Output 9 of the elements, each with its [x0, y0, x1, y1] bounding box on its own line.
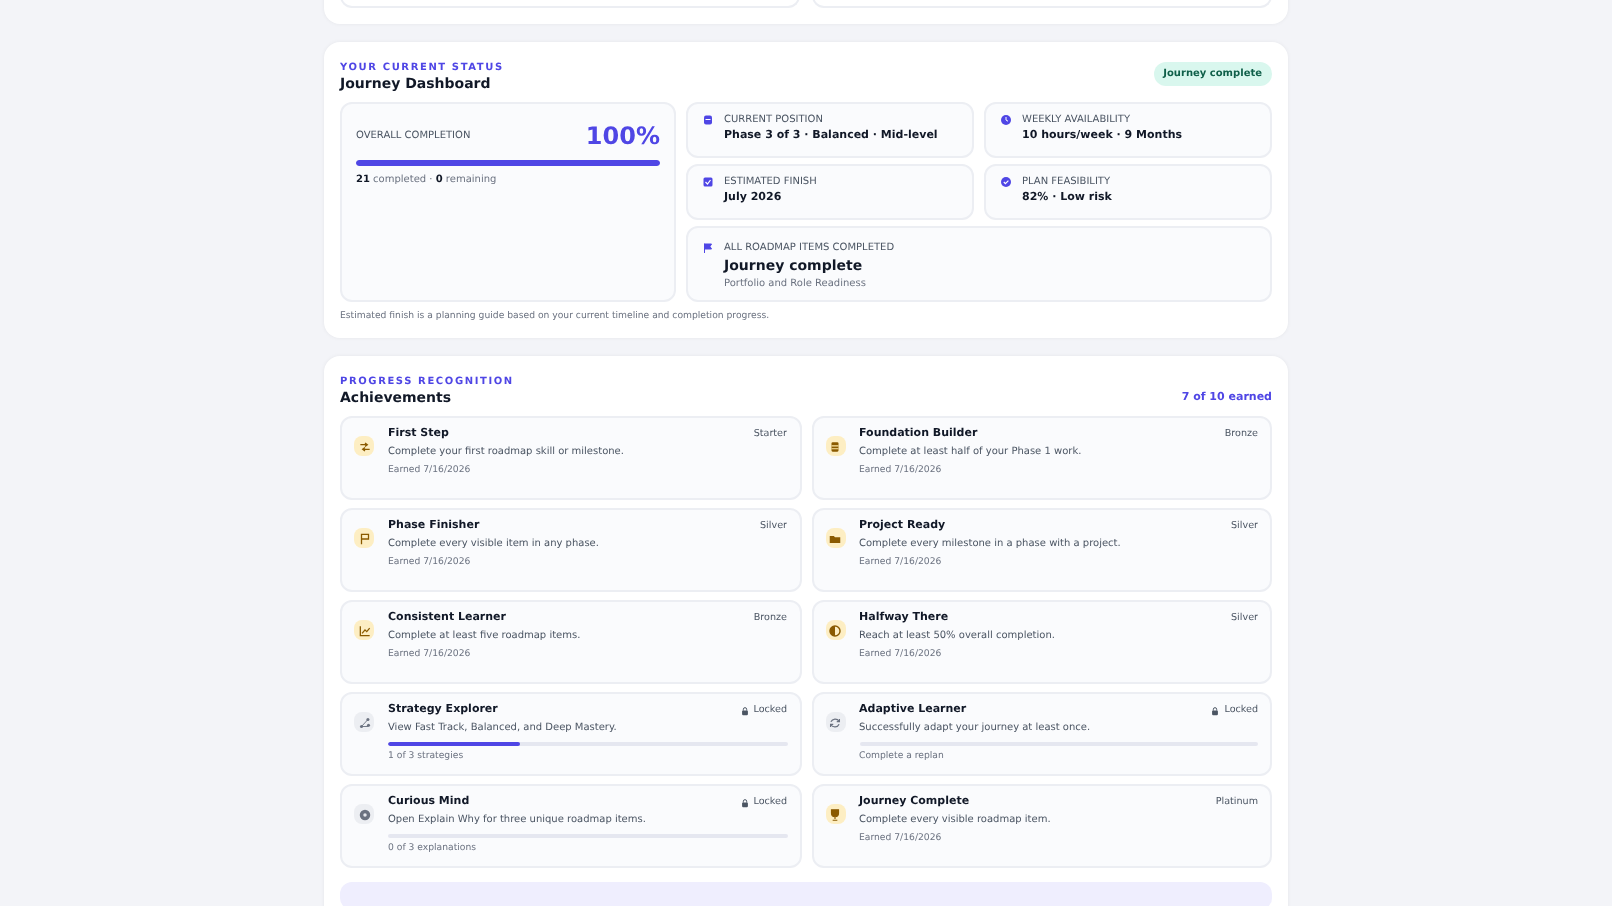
completion-percent: 100%	[585, 122, 660, 150]
lock-icon	[739, 797, 750, 807]
clock-icon	[1000, 114, 1012, 126]
check-circle-icon	[1000, 176, 1012, 188]
checkbox-icon	[702, 176, 714, 188]
lock-icon	[739, 705, 750, 715]
layers-icon	[702, 114, 714, 126]
lock-icon	[1210, 705, 1221, 715]
flag-icon	[702, 242, 714, 254]
